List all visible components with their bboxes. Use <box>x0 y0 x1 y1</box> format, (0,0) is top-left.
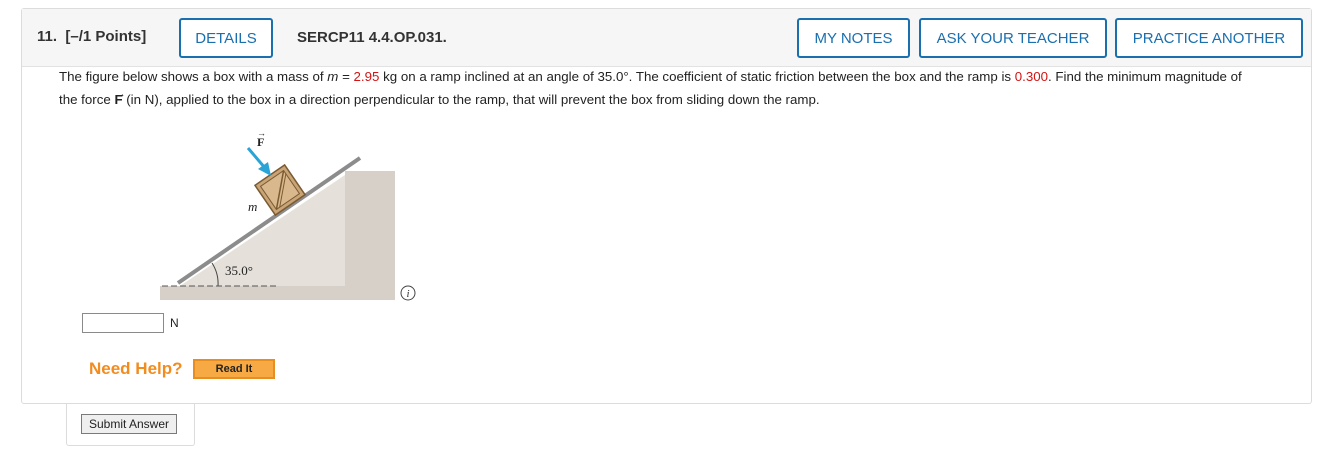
ask-teacher-button[interactable]: ASK YOUR TEACHER <box>919 18 1107 58</box>
force-vector-arrow: → <box>257 128 266 138</box>
submit-answer-button[interactable]: Submit Answer <box>81 414 177 434</box>
platform <box>345 171 395 300</box>
angle-label: 35.0° <box>225 263 253 278</box>
details-button[interactable]: DETAILS <box>179 18 273 58</box>
force-vector-symbol: → F <box>114 89 126 107</box>
question-number: 11. [–/1 Points] <box>37 28 147 45</box>
ramp-figure: 35.0° F → m <box>160 128 395 300</box>
read-it-button[interactable]: Read It <box>193 359 275 379</box>
ramp-base <box>160 286 345 300</box>
mass-value: 2.95 <box>353 69 380 84</box>
question-header: 11. [–/1 Points] DETAILS SERCP11 4.4.OP.… <box>22 9 1311 67</box>
answer-unit: N <box>170 316 179 330</box>
submit-area: Submit Answer <box>66 404 195 446</box>
info-icon[interactable]: i <box>400 285 416 301</box>
answer-input[interactable] <box>82 313 164 333</box>
svg-text:i: i <box>406 288 409 300</box>
my-notes-button[interactable]: MY NOTES <box>797 18 910 58</box>
force-arrow <box>246 147 267 169</box>
practice-another-button[interactable]: PRACTICE ANOTHER <box>1115 18 1303 58</box>
question-text: The figure below shows a box with a mass… <box>59 69 1242 107</box>
friction-coefficient: 0.300 <box>1014 69 1049 84</box>
problem-code: SERCP11 4.4.OP.031. <box>297 29 447 46</box>
need-help-label: Need Help? <box>89 359 183 378</box>
mass-label: m <box>248 199 257 214</box>
